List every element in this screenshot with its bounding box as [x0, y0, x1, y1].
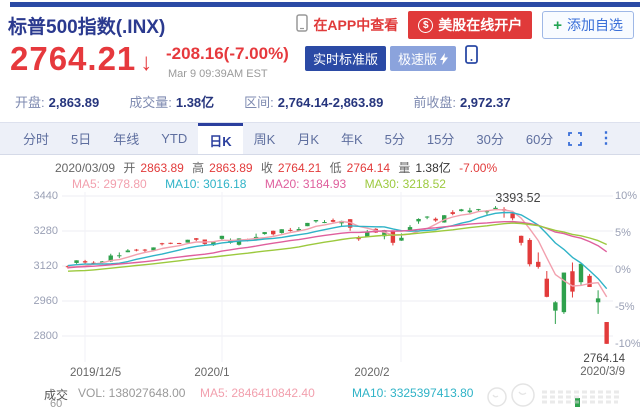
view-in-app-label: 在APP中查看: [313, 15, 398, 35]
fast-version-badge[interactable]: 极速版: [390, 46, 456, 71]
x-axis-label: 2020/2: [345, 367, 399, 379]
stat-range: 区间:2,764.14-2,863.89: [244, 92, 383, 111]
ohlc-low: 2764.14: [347, 161, 390, 175]
fast-version-label: 极速版: [398, 49, 437, 68]
tab-5day[interactable]: 5日: [60, 123, 102, 154]
tab-60min[interactable]: 60分: [515, 123, 564, 154]
tab-15min[interactable]: 15分: [416, 123, 465, 154]
more-options-icon[interactable]: ⋮: [598, 134, 614, 144]
pct-axis-label: 0%: [615, 264, 631, 276]
tab-yearly-k[interactable]: 年K: [330, 123, 374, 154]
add-watchlist-label: 添加自选: [567, 15, 623, 35]
y-axis-label: 2800: [14, 330, 58, 342]
tab-ytd[interactable]: YTD: [150, 123, 198, 154]
ma-legend: MA5: 2978.80 MA10: 3016.18 MA20: 3184.93…: [72, 177, 461, 191]
open-account-label: 美股在线开户: [438, 15, 522, 35]
price-change: -208.16(-7.00%): [166, 44, 289, 64]
page-title: 标普500指数(.INX): [8, 12, 165, 39]
ma20-value: MA20: 3184.93: [265, 177, 346, 191]
tab-minute[interactable]: 分时: [12, 123, 60, 154]
stock-quote-page: 标普500指数(.INX) 在APP中查看 $ 美股在线开户 + 添加自选 27…: [0, 0, 640, 407]
down-arrow-icon: ↓: [140, 49, 153, 76]
top-accent-bar: [10, 2, 640, 7]
pct-axis-label: 10%: [615, 190, 637, 202]
y-axis-label: 3280: [14, 225, 58, 237]
y-axis-label: 3440: [14, 190, 58, 202]
tab-monthly-k[interactable]: 月K: [286, 123, 330, 154]
pct-axis-label: 5%: [615, 227, 631, 239]
ma10-value: MA10: 3016.18: [165, 177, 246, 191]
quote-stats-bar: 开盘:2,863.89 成交量:1.38亿 区间:2,764.14-2,863.…: [15, 92, 640, 111]
plus-icon: +: [553, 17, 562, 34]
stat-open: 开盘:2,863.89: [15, 92, 99, 111]
x-axis-label: 2020/1: [185, 367, 239, 379]
ohlc-percent: -7.00%: [459, 161, 497, 175]
ohlc-volume: 1.38亿: [415, 161, 450, 175]
last-price: 2764.21↓: [10, 40, 153, 78]
tab-5min[interactable]: 5分: [374, 123, 416, 154]
pct-axis-label: -5%: [615, 301, 635, 313]
quote-timestamp: Mar 9 09:39AM EST: [168, 68, 268, 80]
last-low-annotation: 2764.14: [563, 353, 625, 365]
pct-axis-label: -10%: [615, 338, 640, 350]
volume-scale-label: 60: [50, 398, 62, 407]
ohlc-date: 2020/03/09: [55, 161, 115, 175]
fullscreen-icon[interactable]: [568, 132, 582, 146]
volume-ma10: MA10: 3325397413.80: [352, 386, 473, 400]
y-axis-label: 2960: [14, 295, 58, 307]
period-tabbar: 分时 5日 年线 YTD 日K 周K 月K 年K 5分 15分 30分 60分 …: [0, 122, 640, 155]
realtime-version-badge[interactable]: 实时标准版: [305, 46, 386, 71]
dollar-circle-icon: $: [418, 18, 433, 33]
ohlc-readout: 2020/03/09 开2863.89 高2863.89 收2764.21 低2…: [55, 159, 502, 176]
stat-prev-close: 前收盘:2,972.37: [413, 92, 510, 111]
y-axis-label: 3120: [14, 260, 58, 272]
stat-volume: 成交量:1.38亿: [129, 92, 214, 111]
volume-value: VOL: 138027648.00: [78, 386, 185, 400]
add-watchlist-button[interactable]: + 添加自选: [542, 11, 634, 39]
volume-ma5: MA5: 2846410842.40: [200, 386, 315, 400]
tab-daily-k[interactable]: 日K: [198, 123, 242, 154]
x-axis-label: 2019/12/5: [70, 367, 121, 379]
tab-yearline[interactable]: 年线: [102, 123, 150, 154]
open-account-button[interactable]: $ 美股在线开户: [408, 11, 532, 39]
ohlc-close: 2764.21: [278, 161, 321, 175]
ohlc-open: 2863.89: [140, 161, 183, 175]
mobile-phone-icon[interactable]: [465, 45, 478, 69]
ma5-value: MA5: 2978.80: [72, 177, 147, 191]
view-in-app-link[interactable]: 在APP中查看: [296, 14, 398, 37]
ma30-value: MA30: 3218.52: [365, 177, 446, 191]
phone-icon: [296, 14, 308, 37]
x-axis-label: 2020/3/9: [563, 366, 625, 378]
peak-annotation: 3393.52: [485, 191, 551, 205]
tab-30min[interactable]: 30分: [465, 123, 514, 154]
lightning-icon: [440, 53, 448, 65]
tab-weekly-k[interactable]: 周K: [243, 123, 287, 154]
header-actions: 在APP中查看 $ 美股在线开户 + 添加自选: [296, 11, 634, 39]
ohlc-high: 2863.89: [209, 161, 252, 175]
